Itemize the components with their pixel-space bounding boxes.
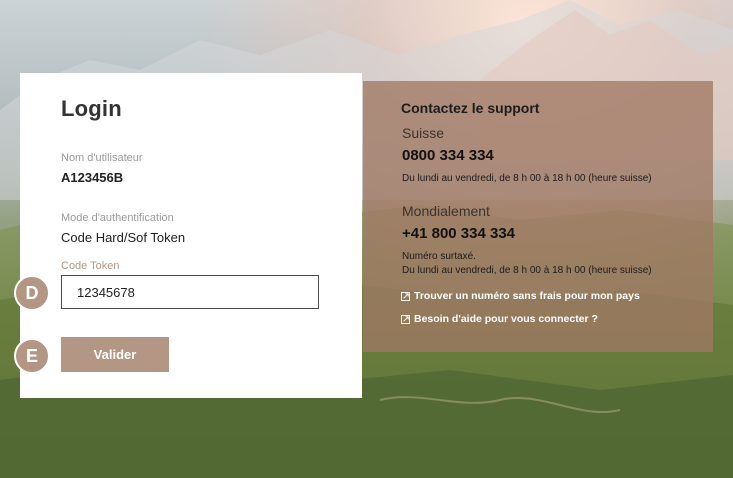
swiss-region-title: Suisse — [402, 125, 445, 141]
external-link-icon — [401, 291, 410, 301]
support-panel: Contactez le support Suisse 0800 334 334… — [363, 81, 713, 352]
toll-free-number-link-label: Trouver un numéro sans frais pour mon pa… — [414, 290, 640, 302]
token-label: Code Token — [61, 260, 120, 272]
external-link-icon — [401, 314, 410, 324]
marker-d: D — [14, 275, 50, 311]
toll-free-number-link[interactable]: Trouver un numéro sans frais pour mon pa… — [401, 290, 640, 302]
world-hours: Du lundi au vendredi, de 8 h 00 à 18 h 0… — [402, 265, 652, 276]
username-label: Nom d'utilisateur — [61, 152, 143, 164]
world-surcharge-note: Numéro surtaxé. — [402, 251, 476, 262]
username-value: A123456B — [61, 170, 124, 185]
token-input[interactable] — [61, 275, 319, 309]
world-region-title: Mondialement — [402, 203, 490, 219]
swiss-hours: Du lundi au vendredi, de 8 h 00 à 18 h 0… — [402, 173, 652, 184]
login-card: Login Nom d'utilisateur A123456B Mode d'… — [20, 73, 362, 398]
marker-e: E — [14, 338, 50, 374]
login-title: Login — [61, 96, 122, 121]
swiss-phone: 0800 334 334 — [402, 147, 494, 164]
login-help-link-label: Besoin d'aide pour vous connecter ? — [414, 313, 598, 325]
auth-mode-value: Code Hard/Sof Token — [61, 230, 186, 245]
world-phone: +41 800 334 334 — [402, 225, 516, 242]
support-title: Contactez le support — [401, 100, 540, 116]
auth-mode-label: Mode d'authentification — [61, 212, 174, 224]
login-help-link[interactable]: Besoin d'aide pour vous connecter ? — [401, 313, 598, 325]
submit-button[interactable]: Valider — [61, 337, 169, 372]
